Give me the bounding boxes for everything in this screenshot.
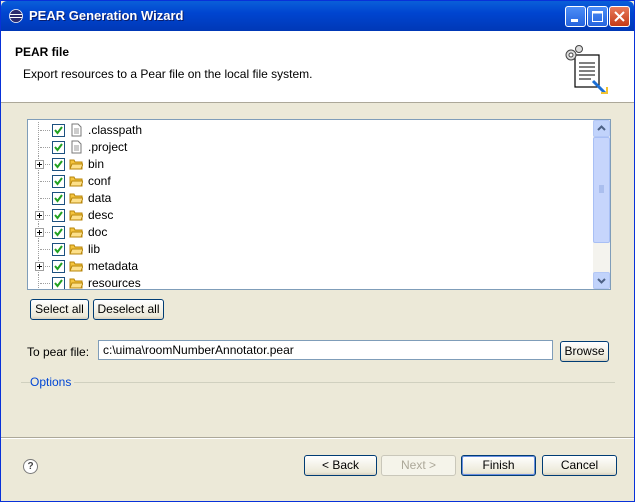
tree-line <box>40 249 50 251</box>
check-icon <box>54 262 63 271</box>
tree-item-label: bin <box>88 157 105 171</box>
expand-icon[interactable] <box>35 262 44 271</box>
tree-item-bin[interactable]: bin <box>28 156 592 173</box>
tree-item-label: metadata <box>88 259 139 273</box>
expand-icon[interactable] <box>35 211 44 220</box>
scroll-thumb[interactable] <box>593 137 610 243</box>
folder-icon <box>69 193 83 204</box>
check-icon <box>54 211 63 220</box>
wizard-header: PEAR file Export resources to a Pear fil… <box>1 31 634 103</box>
tree-item-metadata[interactable]: metadata <box>28 258 592 275</box>
page-title: PEAR file <box>15 45 70 59</box>
chevron-down-icon <box>597 278 606 284</box>
eclipse-icon <box>9 9 23 23</box>
tree-item-data[interactable]: data <box>28 190 592 207</box>
expand-icon[interactable] <box>35 228 44 237</box>
check-icon <box>54 143 63 152</box>
check-icon <box>54 126 63 135</box>
title-bar[interactable]: PEAR Generation Wizard <box>1 1 634 31</box>
tree-item-desc[interactable]: desc <box>28 207 592 224</box>
minimize-button[interactable] <box>565 6 586 27</box>
export-document-icon <box>565 45 608 95</box>
tree-line <box>40 147 50 149</box>
pear-file-input[interactable] <box>98 340 553 360</box>
checkbox[interactable] <box>52 141 65 154</box>
back-button[interactable]: < Back <box>304 455 377 476</box>
close-icon <box>614 11 625 22</box>
close-button[interactable] <box>609 6 630 27</box>
check-icon <box>54 245 63 254</box>
check-icon <box>54 194 63 203</box>
folder-icon <box>69 176 83 187</box>
browse-button[interactable]: Browse <box>560 341 609 362</box>
grip-icon <box>599 185 604 193</box>
vertical-scrollbar[interactable] <box>593 120 610 289</box>
wizard-window: PEAR Generation Wizard PEAR file Export … <box>0 0 635 502</box>
checkbox[interactable] <box>52 124 65 137</box>
file-icon <box>71 123 82 137</box>
tree-item-label: data <box>88 191 112 205</box>
checkbox[interactable] <box>52 277 65 289</box>
checkbox[interactable] <box>52 243 65 256</box>
check-icon <box>54 279 63 288</box>
tree-item-label: resources <box>88 276 141 290</box>
folder-icon <box>69 227 83 238</box>
deselect-all-button[interactable]: Deselect all <box>93 299 164 320</box>
tree-item-resources[interactable]: resources <box>28 275 592 290</box>
tree-item-label: .classpath <box>88 123 143 137</box>
checkbox[interactable] <box>52 175 65 188</box>
checkbox[interactable] <box>52 260 65 273</box>
scroll-up-button[interactable] <box>593 120 610 137</box>
resource-tree[interactable]: .classpath .project bin conf data desc d… <box>27 119 611 290</box>
check-icon <box>54 177 63 186</box>
minimize-icon <box>571 19 578 22</box>
tree-item-label: lib <box>88 242 101 256</box>
checkbox[interactable] <box>52 226 65 239</box>
tree-line <box>40 130 50 132</box>
folder-icon <box>69 210 83 221</box>
checkbox[interactable] <box>52 209 65 222</box>
options-group <box>21 382 615 384</box>
tree-line <box>40 283 50 285</box>
tree-item-lib[interactable]: lib <box>28 241 592 258</box>
expand-icon[interactable] <box>35 160 44 169</box>
select-all-button[interactable]: Select all <box>30 299 89 320</box>
maximize-icon <box>592 11 603 22</box>
chevron-up-icon <box>597 125 606 131</box>
tree-item-label: desc <box>88 208 114 222</box>
tree-item-classpath[interactable]: .classpath <box>28 122 592 139</box>
check-icon <box>54 160 63 169</box>
tree-line <box>40 198 50 200</box>
tree-item-doc[interactable]: doc <box>28 224 592 241</box>
tree-line <box>40 181 50 183</box>
checkbox[interactable] <box>52 158 65 171</box>
check-icon <box>54 228 63 237</box>
options-toggle[interactable]: Options <box>30 375 75 389</box>
folder-icon <box>69 261 83 272</box>
help-icon[interactable]: ? <box>23 459 38 474</box>
cancel-button[interactable]: Cancel <box>542 455 617 476</box>
tree-item-conf[interactable]: conf <box>28 173 592 190</box>
maximize-button[interactable] <box>587 6 608 27</box>
file-icon <box>71 140 82 154</box>
tree-item-label: doc <box>88 225 108 239</box>
window-title: PEAR Generation Wizard <box>29 8 184 23</box>
checkbox[interactable] <box>52 192 65 205</box>
pear-file-label: To pear file: <box>27 345 90 359</box>
tree-item-project[interactable]: .project <box>28 139 592 156</box>
tree-item-label: .project <box>88 140 128 154</box>
folder-icon <box>69 278 83 289</box>
finish-button[interactable]: Finish <box>461 455 536 476</box>
folder-icon <box>69 244 83 255</box>
scroll-down-button[interactable] <box>593 272 610 289</box>
next-button[interactable]: Next > <box>381 455 456 476</box>
tree-item-label: conf <box>88 174 111 188</box>
folder-icon <box>69 159 83 170</box>
page-description: Export resources to a Pear file on the l… <box>23 67 313 81</box>
footer-separator <box>1 437 634 439</box>
